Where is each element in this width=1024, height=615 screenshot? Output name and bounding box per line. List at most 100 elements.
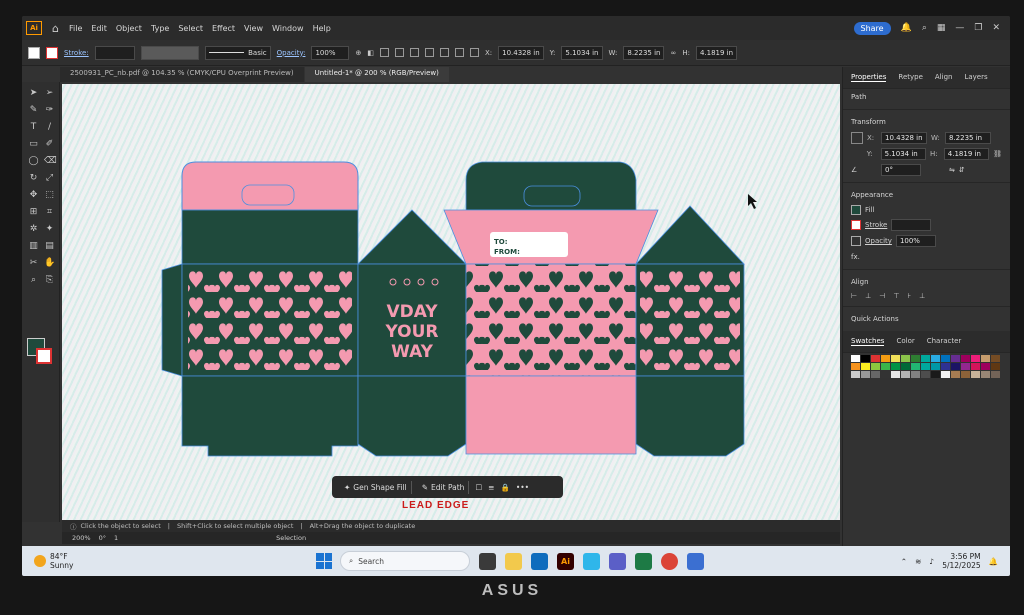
swatch[interactable] (971, 363, 980, 370)
swatch[interactable] (921, 355, 930, 362)
stroke-box-icon[interactable]: ☐ (475, 483, 482, 492)
left-bottom-flap[interactable] (181, 375, 359, 457)
edit-path-button[interactable]: ✎ Edit Path (418, 480, 470, 494)
search-icon[interactable]: ⌕ (922, 23, 927, 33)
reference-point-icon[interactable] (469, 48, 479, 57)
swatch[interactable] (971, 371, 980, 378)
opacity-field[interactable]: 100% (311, 45, 350, 60)
align-center-icon[interactable] (394, 48, 404, 57)
swatch[interactable] (991, 371, 1000, 378)
swatch[interactable] (881, 355, 890, 362)
zoom-select[interactable]: 200% (72, 534, 91, 542)
swatch[interactable] (851, 355, 860, 362)
align-vcenter-panel-icon[interactable]: ⊦ (907, 292, 911, 300)
align-top-icon[interactable] (424, 48, 434, 57)
x-field[interactable]: 10.4328 in (881, 132, 927, 144)
tool-icon-23[interactable]: ⌕ (28, 275, 39, 286)
stroke-weight-field[interactable] (94, 45, 135, 60)
tool-icon-8[interactable]: ✐ (44, 139, 55, 150)
align-left-icon[interactable] (379, 48, 389, 57)
w-field[interactable]: 8.2235 in (945, 132, 991, 144)
flip-vertical-icon[interactable]: ⇵ (959, 166, 965, 174)
swatch[interactable] (861, 355, 870, 362)
swatch-grid[interactable] (843, 353, 1010, 380)
tab-color[interactable]: Color (896, 337, 914, 346)
illustrator-taskbar-icon[interactable]: Ai (557, 552, 574, 570)
menu-file[interactable]: File (69, 24, 82, 33)
swatch[interactable] (901, 363, 910, 370)
swatch[interactable] (911, 363, 920, 370)
tab-retype[interactable]: Retype (898, 73, 923, 82)
tab-layers[interactable]: Layers (964, 73, 987, 82)
stroke-swatch[interactable] (46, 46, 58, 59)
align-bottom-icon[interactable] (454, 48, 464, 57)
swatch[interactable] (911, 371, 920, 378)
fill-color-swatch[interactable] (851, 205, 861, 215)
tool-icon-7[interactable]: ▭ (28, 139, 39, 150)
constrain-link-icon[interactable]: ⛓ (993, 150, 1002, 158)
align-left-panel-icon[interactable]: ⊢ (851, 292, 857, 300)
glue-flap[interactable] (161, 263, 183, 377)
app-icon[interactable] (583, 552, 600, 570)
app-icon-2[interactable] (687, 552, 704, 570)
cb-y-field[interactable]: 5.1034 in (561, 45, 603, 60)
bell-icon[interactable]: 🔔 (901, 23, 912, 33)
tool-icon-13[interactable]: ✥ (28, 190, 39, 201)
swatch[interactable] (951, 371, 960, 378)
share-button[interactable]: Share (853, 21, 891, 35)
swatch[interactable] (961, 371, 970, 378)
tool-icon-17[interactable]: ✲ (28, 224, 39, 235)
front-bottom-flap[interactable] (465, 375, 637, 455)
swatch[interactable] (851, 363, 860, 370)
restore-icon[interactable]: ❐ (974, 23, 982, 33)
file-explorer-icon[interactable] (505, 552, 522, 570)
tool-icon-3[interactable]: ✎ (28, 105, 39, 116)
swatch[interactable] (871, 355, 880, 362)
artboard-select[interactable]: 1 (114, 534, 118, 542)
windows-start-icon[interactable] (316, 553, 332, 569)
recolor-icon[interactable]: ◧ (367, 49, 374, 57)
swatch[interactable] (891, 363, 900, 370)
swatch[interactable] (931, 363, 940, 370)
artboard-canvas[interactable]: VDAY YOUR WAY TO: FROM: (62, 84, 840, 520)
h-field[interactable]: 4.1819 in (943, 148, 990, 160)
stroke-panel-label[interactable]: Stroke (865, 221, 887, 229)
swatch[interactable] (901, 371, 910, 378)
swatch[interactable] (941, 355, 950, 362)
chevron-up-icon[interactable]: ⌃ (901, 557, 907, 566)
teams-icon[interactable] (609, 552, 626, 570)
y-field[interactable]: 5.1034 in (880, 148, 926, 160)
front-hearts-panel[interactable] (465, 263, 637, 377)
swatch[interactable] (921, 363, 930, 370)
close-icon[interactable]: ✕ (992, 23, 1000, 33)
tab-align[interactable]: Align (935, 73, 953, 82)
box-dieline-artwork[interactable]: VDAY YOUR WAY TO: FROM: (62, 84, 840, 520)
gen-shape-fill-button[interactable]: ✦ Gen Shape Fill (340, 480, 412, 494)
reference-point-grid-icon[interactable] (851, 132, 863, 144)
opacity-panel-field[interactable]: 100% (895, 235, 936, 247)
right-bottom-flap[interactable] (635, 375, 745, 457)
tool-icon-12[interactable]: ⤢ (44, 173, 55, 184)
swatch[interactable] (951, 363, 960, 370)
tool-icon-19[interactable]: ▥ (28, 241, 39, 252)
tool-icon-18[interactable]: ✦ (44, 224, 55, 235)
swatch[interactable] (991, 363, 1000, 370)
fill-swatch[interactable] (28, 46, 40, 59)
swatch[interactable] (911, 355, 920, 362)
fx-button[interactable]: fx. (843, 249, 1010, 265)
swatch[interactable] (901, 355, 910, 362)
swatch[interactable] (921, 371, 930, 378)
swatch[interactable] (961, 363, 970, 370)
tool-icon-2[interactable]: ➢ (44, 88, 55, 99)
tool-icon-21[interactable]: ✂ (28, 258, 39, 269)
side-bottom-flap[interactable] (357, 375, 467, 457)
align-menu-icon[interactable]: ≡ (488, 483, 494, 492)
menu-select[interactable]: Select (178, 24, 203, 33)
left-panel-upper[interactable] (181, 209, 359, 265)
tool-icon-22[interactable]: ✋ (44, 258, 55, 269)
align-hcenter-panel-icon[interactable]: ⊥ (865, 292, 871, 300)
tab-properties[interactable]: Properties (851, 73, 887, 82)
menu-edit[interactable]: Edit (91, 24, 107, 33)
swatch[interactable] (951, 355, 960, 362)
swatch[interactable] (851, 371, 860, 378)
